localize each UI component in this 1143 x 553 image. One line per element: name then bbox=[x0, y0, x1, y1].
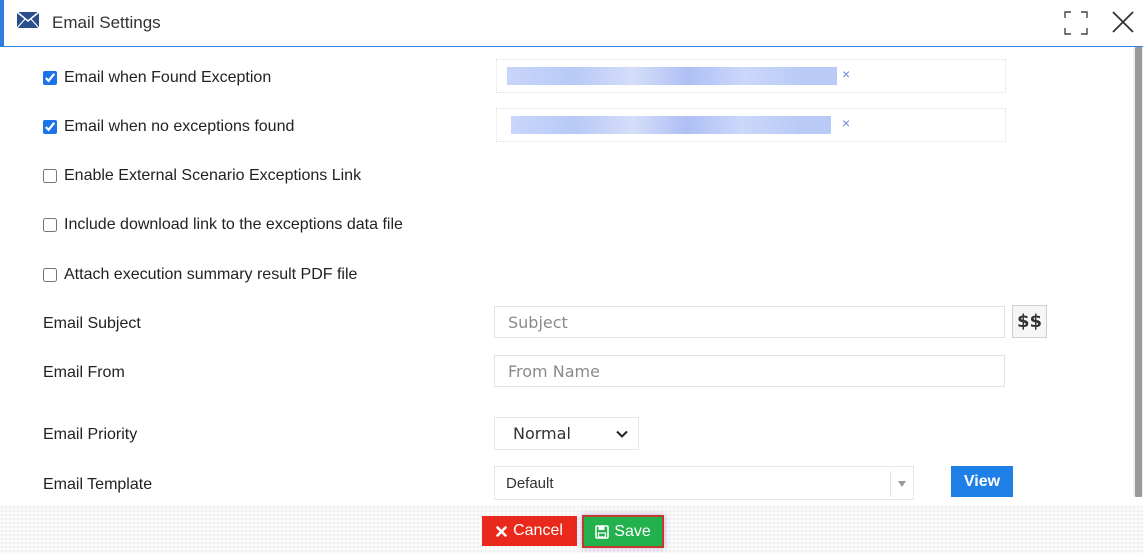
email-no-exception-checkbox[interactable] bbox=[43, 120, 57, 134]
scrollbar-thumb[interactable] bbox=[1135, 47, 1142, 497]
email-no-exception-row[interactable]: Email when no exceptions found bbox=[43, 116, 294, 138]
email-template-label: Email Template bbox=[43, 476, 153, 493]
email-on-exception-label: Email when Found Exception bbox=[64, 69, 272, 86]
template-value: Default bbox=[506, 475, 554, 492]
email-on-exception-checkbox[interactable] bbox=[43, 71, 57, 85]
exception-recipients-input[interactable]: × bbox=[496, 59, 1006, 93]
email-subject-label: Email Subject bbox=[43, 315, 141, 332]
email-no-exception-label: Email when no exceptions found bbox=[64, 118, 295, 135]
vertical-scrollbar[interactable] bbox=[1133, 47, 1143, 497]
titlebar-accent bbox=[0, 0, 4, 46]
email-priority-label: Email Priority bbox=[43, 426, 138, 443]
close-icon bbox=[496, 525, 507, 537]
attach-pdf-row[interactable]: Attach execution summary result PDF file bbox=[43, 264, 357, 286]
no-exception-recipients-input[interactable]: × bbox=[496, 108, 1006, 142]
download-link-checkbox[interactable] bbox=[43, 218, 57, 232]
download-link-row[interactable]: Include download link to the exceptions … bbox=[43, 214, 403, 236]
cancel-button[interactable]: Cancel bbox=[482, 516, 577, 546]
download-link-label: Include download link to the exceptions … bbox=[64, 216, 403, 233]
email-from-input[interactable] bbox=[494, 355, 1005, 387]
email-template-select[interactable]: Default bbox=[494, 466, 914, 500]
external-link-row[interactable]: Enable External Scenario Exceptions Link bbox=[43, 165, 361, 187]
email-subject-input[interactable] bbox=[494, 306, 1005, 338]
view-template-button[interactable]: View bbox=[951, 466, 1013, 497]
email-on-exception-row[interactable]: Email when Found Exception bbox=[43, 67, 271, 89]
floppy-disk-icon bbox=[595, 524, 610, 539]
envelope-icon bbox=[17, 12, 39, 28]
chevron-down-icon bbox=[616, 430, 628, 438]
attach-pdf-label: Attach execution summary result PDF file bbox=[64, 266, 358, 283]
remove-recipient-icon[interactable]: × bbox=[842, 66, 850, 82]
close-icon[interactable] bbox=[1111, 10, 1135, 34]
external-link-checkbox[interactable] bbox=[43, 169, 57, 183]
recipient-chip bbox=[507, 67, 837, 85]
external-link-label: Enable External Scenario Exceptions Link bbox=[64, 167, 362, 184]
cancel-label: Cancel bbox=[513, 522, 563, 539]
save-label: Save bbox=[614, 522, 651, 540]
attach-pdf-checkbox[interactable] bbox=[43, 268, 57, 282]
email-priority-select[interactable]: Normal bbox=[494, 417, 639, 450]
dialog-titlebar: Email Settings bbox=[0, 0, 1143, 47]
dialog-title: Email Settings bbox=[52, 13, 161, 32]
maximize-icon[interactable] bbox=[1063, 10, 1089, 36]
select-divider bbox=[890, 471, 891, 497]
save-button[interactable]: Save bbox=[582, 515, 664, 548]
insert-variable-button[interactable]: $$ bbox=[1012, 305, 1047, 338]
caret-down-icon[interactable] bbox=[898, 481, 906, 487]
recipient-chip bbox=[511, 116, 831, 134]
email-from-label: Email From bbox=[43, 364, 125, 381]
priority-value: Normal bbox=[513, 424, 571, 443]
remove-recipient-icon[interactable]: × bbox=[842, 115, 850, 131]
